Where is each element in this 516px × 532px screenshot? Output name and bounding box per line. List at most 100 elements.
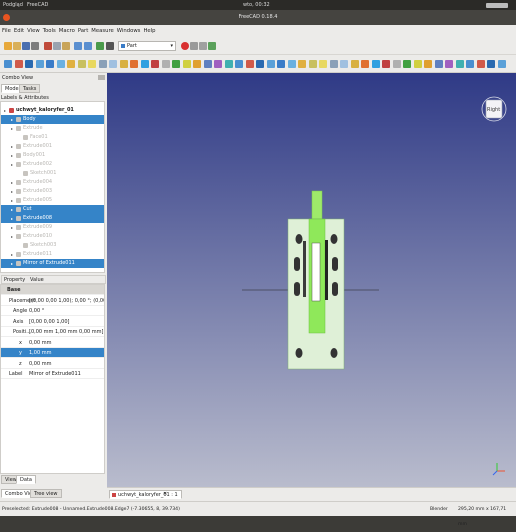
toolbar-tool-icon[interactable] — [182, 60, 191, 68]
tree-item[interactable]: ▸ Body001 — [1, 151, 104, 160]
toolbar-tool-icon[interactable] — [46, 60, 54, 68]
tree-item[interactable]: ▸ uchwyt_kaloryfer_01 — [1, 106, 104, 115]
toolbar-tool-icon[interactable] — [4, 60, 12, 68]
property-row[interactable]: Placement [(0,00 0,00 1,00); 0,00 °; (0,0… — [1, 296, 104, 306]
toolbar-tool-icon[interactable] — [119, 60, 128, 68]
expand-arrow-icon[interactable]: ▸ — [11, 142, 13, 151]
cut-icon[interactable] — [44, 42, 52, 50]
expand-arrow-icon[interactable]: ▸ — [4, 106, 6, 115]
close-tab-icon[interactable]: ✕ — [163, 491, 167, 497]
macros-icon[interactable] — [199, 42, 207, 50]
expand-arrow-icon[interactable]: ▸ — [11, 259, 13, 268]
paste-icon[interactable] — [62, 42, 70, 50]
toolbar-tool-icon[interactable] — [109, 60, 117, 68]
toolbar-tool-icon[interactable] — [140, 60, 149, 68]
menu-view[interactable]: View — [27, 28, 40, 34]
toolbar-tool-icon[interactable] — [151, 60, 159, 68]
toolbar-tool-icon[interactable] — [193, 60, 201, 68]
whats-this-icon[interactable] — [106, 42, 114, 50]
toolbar-tool-icon[interactable] — [235, 60, 243, 68]
workbench-selector[interactable]: Part ▾ — [118, 41, 176, 51]
property-value[interactable]: [(0,00 0,00 1,00); 0,00 °; (0,00 mm 1,00… — [29, 296, 104, 306]
tree-item[interactable]: ▸ Extrude008 — [1, 214, 104, 223]
tree-item[interactable]: ▸ Extrude005 — [1, 196, 104, 205]
toolbar-tool-icon[interactable] — [298, 60, 306, 68]
expand-arrow-icon[interactable]: ▸ — [11, 205, 13, 214]
property-row[interactable]: y 1,00 mm — [1, 348, 104, 358]
toolbar-tool-icon[interactable] — [371, 60, 380, 68]
toolbar-tool-icon[interactable] — [413, 60, 422, 68]
copy-icon[interactable] — [53, 42, 61, 50]
toolbar-tool-icon[interactable] — [403, 60, 411, 68]
open-file-icon[interactable] — [13, 42, 21, 50]
menu-part[interactable]: Part — [78, 28, 88, 34]
navigation-style[interactable]: Blender — [430, 502, 448, 517]
toolbar-tool-icon[interactable] — [203, 60, 212, 68]
menu-macro[interactable]: Macro — [59, 28, 75, 34]
tree-item[interactable]: ▸ Extrude009 — [1, 223, 104, 232]
toolbar-tool-icon[interactable] — [487, 60, 495, 68]
toolbar-tool-icon[interactable] — [161, 60, 170, 68]
property-row[interactable]: x 0,00 mm — [1, 338, 104, 348]
toolbar-tool-icon[interactable] — [287, 60, 296, 68]
tab-document[interactable]: uchwyt_kaloryfer_01 : 1 — [109, 490, 182, 499]
tree-item[interactable]: ▸ Extrude001 — [1, 142, 104, 151]
property-value[interactable]: 0,00 mm — [29, 359, 104, 369]
tree-item[interactable]: ▸ Cut — [1, 205, 104, 214]
expand-arrow-icon[interactable]: ▸ — [11, 178, 13, 187]
property-value[interactable]: 1,00 mm — [29, 348, 104, 358]
menu-edit[interactable]: Edit — [14, 28, 24, 34]
toolbar-tool-icon[interactable] — [445, 60, 453, 68]
toolbar-tool-icon[interactable] — [392, 60, 401, 68]
expand-arrow-icon[interactable]: ▸ — [11, 124, 13, 133]
toolbar-tool-icon[interactable] — [277, 60, 285, 68]
toolbar-tool-icon[interactable] — [361, 60, 369, 68]
clock[interactable]: wto, 00:32 — [243, 2, 270, 8]
toolbar-tool-icon[interactable] — [130, 60, 138, 68]
undo-icon[interactable] — [74, 42, 82, 50]
expand-arrow-icon[interactable]: ▸ — [11, 187, 13, 196]
property-row[interactable]: Base — [1, 285, 104, 295]
property-row[interactable]: Label Mirror of Extrude011 — [1, 369, 104, 379]
property-value[interactable]: [0,00 mm 1,00 mm 0,00 mm] — [29, 327, 104, 337]
tab-tasks[interactable]: Tasks — [19, 84, 41, 93]
menu-file[interactable]: File — [2, 28, 11, 34]
system-tray-icons[interactable] — [486, 3, 508, 8]
property-row[interactable]: Angle 0,00 ° — [1, 306, 104, 316]
property-row[interactable]: Axis [0,00 0,00 1,00] — [1, 317, 104, 327]
menu-measure[interactable]: Measure — [91, 28, 114, 34]
toolbar-tool-icon[interactable] — [308, 60, 317, 68]
expand-arrow-icon[interactable]: ▸ — [11, 250, 13, 259]
toolbar-tool-icon[interactable] — [14, 60, 23, 68]
toolbar-tool-icon[interactable] — [35, 60, 44, 68]
expand-arrow-icon[interactable]: ▸ — [11, 214, 13, 223]
toolbar-tool-icon[interactable] — [455, 60, 464, 68]
print-icon[interactable] — [31, 42, 39, 50]
property-value[interactable]: [0,00 0,00 1,00] — [29, 317, 104, 327]
toolbar-tool-icon[interactable] — [256, 60, 264, 68]
toolbar-tool-icon[interactable] — [319, 60, 327, 68]
panel-float-close-icon[interactable] — [98, 75, 105, 80]
toolbar-tool-icon[interactable] — [245, 60, 254, 68]
toolbar-tool-icon[interactable] — [224, 60, 233, 68]
tab-tree-view[interactable]: Tree view — [30, 489, 62, 498]
toolbar-tool-icon[interactable] — [329, 60, 338, 68]
toolbar-tool-icon[interactable] — [340, 60, 348, 68]
record-macro-icon[interactable] — [181, 42, 189, 50]
expand-arrow-icon[interactable]: ▸ — [11, 223, 13, 232]
toolbar-tool-icon[interactable] — [497, 60, 506, 68]
close-window-icon[interactable] — [3, 14, 10, 21]
toolbar-tool-icon[interactable] — [382, 60, 390, 68]
tree-item[interactable]: ▸ Extrude004 — [1, 178, 104, 187]
toolbar-tool-icon[interactable] — [466, 60, 474, 68]
tree-item[interactable]: ▸ Extrude011 — [1, 250, 104, 259]
expand-arrow-icon[interactable]: ▸ — [11, 232, 13, 241]
property-row[interactable]: Positi... [0,00 mm 1,00 mm 0,00 mm] — [1, 327, 104, 337]
menu-windows[interactable]: Windows — [117, 28, 141, 34]
app-menu-label[interactable]: FreeCAD — [27, 2, 48, 8]
save-icon[interactable] — [22, 42, 30, 50]
toolbar-tool-icon[interactable] — [172, 60, 180, 68]
stop-macro-icon[interactable] — [190, 42, 198, 50]
property-row[interactable]: z 0,00 mm — [1, 359, 104, 369]
menu-help[interactable]: Help — [143, 28, 155, 34]
